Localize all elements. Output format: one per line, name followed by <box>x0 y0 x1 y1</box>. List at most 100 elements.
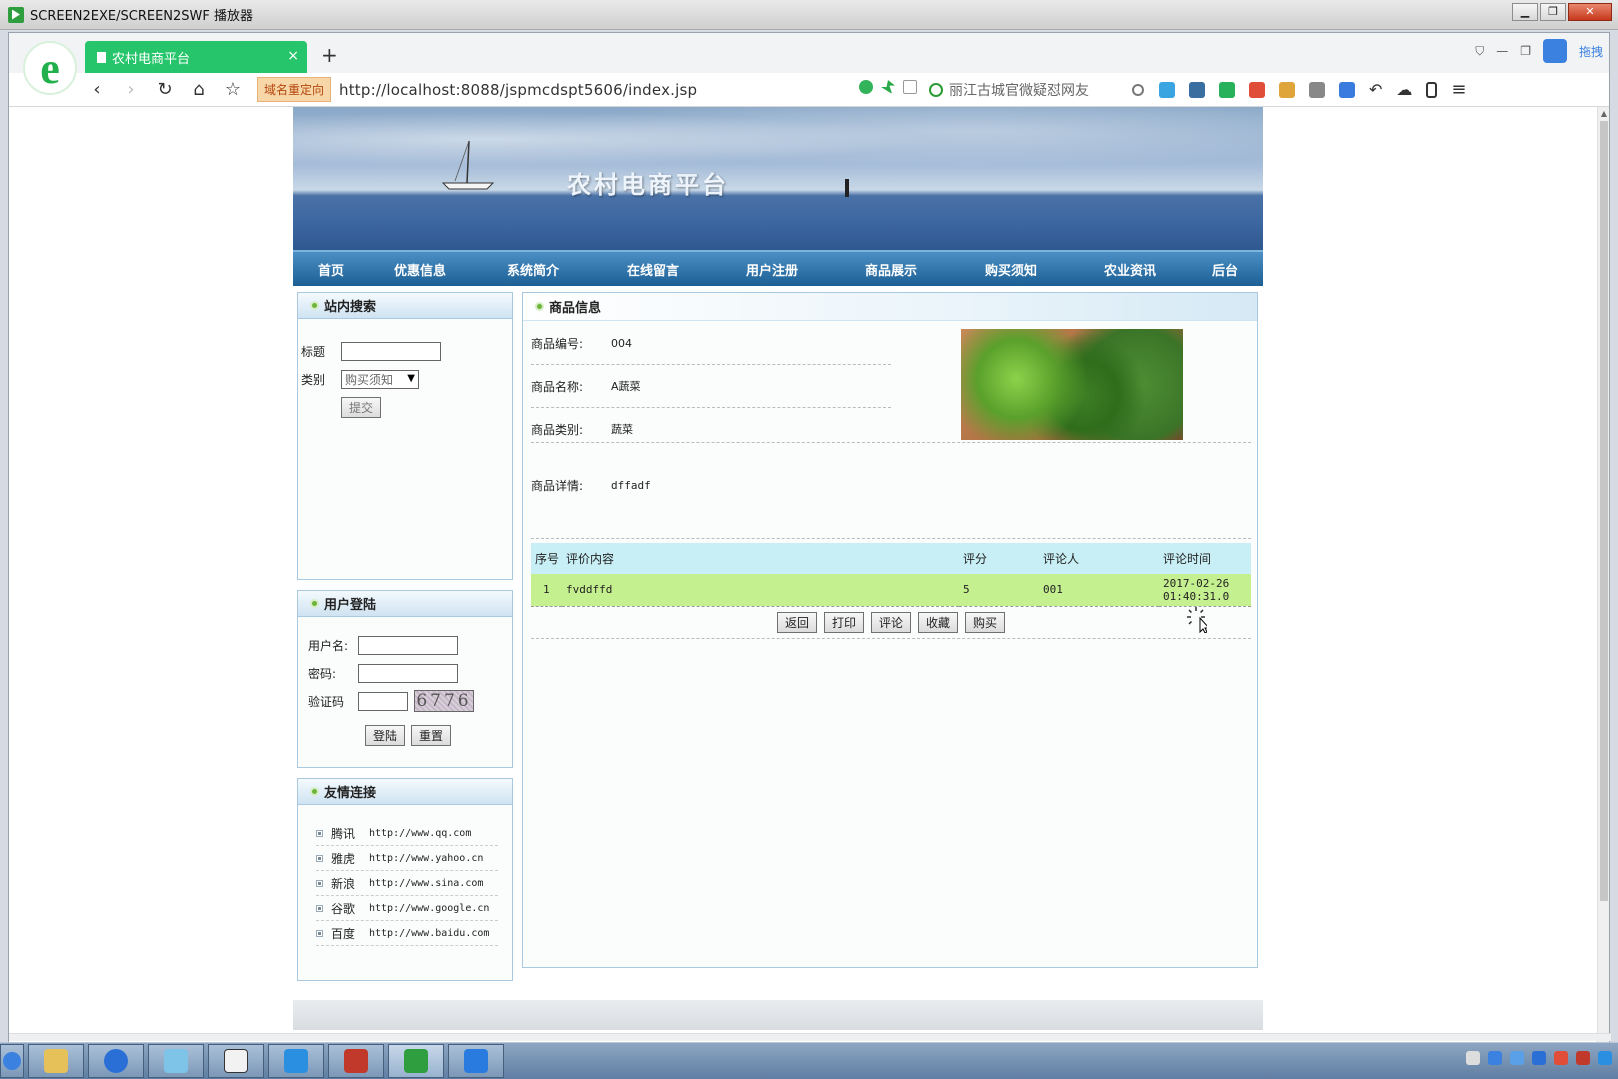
friend-link-url[interactable]: http://www.yahoo.cn <box>369 853 483 864</box>
login-button[interactable]: 登陆 <box>365 724 406 746</box>
apps-icon[interactable] <box>1159 81 1175 98</box>
friend-link-url[interactable]: http://www.google.cn <box>369 903 489 914</box>
nav-item[interactable]: 购买须知 <box>949 260 1073 279</box>
friend-link-name[interactable]: 新浪 <box>331 875 369 892</box>
minimize-button[interactable]: ▁ <box>1512 3 1538 21</box>
minimize-browser-icon[interactable]: — <box>1496 44 1508 58</box>
friend-link-item[interactable]: 腾讯 http://www.qq.com <box>316 821 498 846</box>
site-search-box: 站内搜索 标题 类别 购买须知 ▼ 提交 <box>297 292 513 580</box>
security-shield-icon[interactable] <box>859 80 873 94</box>
tray-check-icon[interactable] <box>1488 1051 1502 1065</box>
nav-item[interactable]: 优惠信息 <box>369 260 471 279</box>
nav-item[interactable]: 后台 <box>1187 260 1263 279</box>
taskbar-notebook-icon[interactable] <box>148 1044 204 1078</box>
dropdown-icon[interactable] <box>903 80 917 94</box>
tab-close-icon[interactable]: × <box>287 48 299 64</box>
menu-icon[interactable]: ≡ <box>1451 79 1466 100</box>
lightning-icon[interactable] <box>881 80 895 94</box>
tray-app-icon[interactable] <box>1598 1051 1612 1065</box>
friend-link-item[interactable]: 谷歌 http://www.google.cn <box>316 896 498 921</box>
nav-item[interactable]: 系统简介 <box>471 260 595 279</box>
back-button[interactable]: 返回 <box>776 612 817 633</box>
search-field[interactable]: 丽江古城官微疑怼网友 <box>929 79 1144 101</box>
home-icon[interactable]: ⌂ <box>189 79 209 100</box>
tray-cloud-icon[interactable] <box>1510 1051 1524 1065</box>
taskbar-chart-icon[interactable] <box>208 1044 264 1078</box>
zoom-icon[interactable] <box>1339 81 1355 98</box>
taskbar-wps-icon[interactable] <box>448 1044 504 1078</box>
nav-item[interactable]: 用户注册 <box>711 260 833 279</box>
keyboard-icon[interactable] <box>1466 1051 1480 1065</box>
side-drag-tab[interactable]: 拖拽 <box>1579 43 1603 60</box>
redirect-badge[interactable]: 域名重定向 <box>257 77 332 102</box>
taskbar-start-icon[interactable] <box>0 1044 24 1078</box>
captcha-image[interactable]: 6776 <box>414 690 474 712</box>
friend-link-item[interactable]: 百度 http://www.baidu.com <box>316 921 498 946</box>
friend-link-name[interactable]: 腾讯 <box>331 825 369 842</box>
comment-button[interactable]: 评论 <box>870 612 911 633</box>
image-icon[interactable] <box>1309 81 1325 98</box>
nav-item[interactable]: 农业资讯 <box>1073 260 1187 279</box>
window-titlebar: SCREEN2EXE/SCREEN2SWF 播放器 ▁ ❐ ✕ <box>0 0 1618 30</box>
friend-link-url[interactable]: http://www.sina.com <box>369 878 483 889</box>
nav-item[interactable]: 在线留言 <box>595 260 711 279</box>
nav-item[interactable]: 商品展示 <box>833 260 949 279</box>
print-button[interactable]: 打印 <box>823 612 864 633</box>
favorite-star-icon[interactable]: ☆ <box>223 79 243 100</box>
search-title-input[interactable] <box>341 341 441 361</box>
search-icon[interactable] <box>1132 84 1144 96</box>
undo-icon[interactable]: ↶ <box>1369 80 1382 99</box>
product-image[interactable] <box>961 329 1183 440</box>
password-input[interactable] <box>358 663 458 683</box>
url-field[interactable]: 域名重定向 http://localhost:8088/jspmcdspt560… <box>257 77 847 103</box>
volume-icon[interactable] <box>1554 1051 1568 1065</box>
nav-item[interactable]: 首页 <box>293 260 369 279</box>
cloud-sync-icon[interactable]: ☁ <box>1396 80 1412 99</box>
friend-link-name[interactable]: 百度 <box>331 925 369 942</box>
favorite-button[interactable]: 收藏 <box>918 612 959 633</box>
search-suggestion[interactable]: 丽江古城官微疑怼网友 <box>949 80 1089 100</box>
buy-button[interactable]: 购买 <box>965 612 1006 633</box>
category-select[interactable]: 购买须知 ▼ <box>341 369 419 389</box>
restore-button[interactable]: ❐ <box>1540 3 1566 21</box>
scrollbar-thumb[interactable] <box>1600 121 1608 901</box>
restore-browser-icon[interactable]: ❐ <box>1520 44 1531 58</box>
captcha-input[interactable] <box>358 691 408 711</box>
taskbar-security-icon[interactable] <box>268 1044 324 1078</box>
network-icon[interactable] <box>1576 1051 1590 1065</box>
taskbar-player-icon[interactable] <box>388 1044 444 1078</box>
close-button[interactable]: ✕ <box>1568 3 1612 21</box>
skin-icon[interactable]: ⛉ <box>1475 44 1484 59</box>
mobile-icon[interactable] <box>1426 81 1438 98</box>
friend-link-item[interactable]: 新浪 http://www.sina.com <box>316 871 498 896</box>
friend-links-title: 友情连接 <box>324 786 377 801</box>
new-tab-button[interactable]: + <box>321 43 338 67</box>
taskbar-explorer-icon[interactable] <box>28 1044 84 1078</box>
refresh-icon[interactable]: ↻ <box>155 79 175 100</box>
vertical-scrollbar[interactable]: ▲ ▼ <box>1597 107 1609 1042</box>
left-sidebar: 站内搜索 标题 类别 购买须知 ▼ 提交 用户登陆 用户名: 密码: 验证码 6… <box>297 292 513 991</box>
extension-icon[interactable] <box>1189 81 1205 98</box>
taskbar-sogou-icon[interactable] <box>88 1044 144 1078</box>
friend-link-name[interactable]: 雅虎 <box>331 850 369 867</box>
friend-link-url[interactable]: http://www.qq.com <box>369 828 471 839</box>
screenshot-icon[interactable] <box>1279 81 1295 98</box>
reset-button[interactable]: 重置 <box>411 724 452 746</box>
site-banner: 农村电商平台 <box>293 107 1263 250</box>
pdf-icon[interactable] <box>1249 81 1265 98</box>
back-icon[interactable]: ‹ <box>87 79 107 100</box>
forward-icon[interactable]: › <box>121 79 141 100</box>
taskbar-archive-icon[interactable] <box>328 1044 384 1078</box>
shield-icon[interactable] <box>1219 81 1235 98</box>
friend-link-url[interactable]: http://www.baidu.com <box>369 928 489 939</box>
tray-shield-icon[interactable] <box>1532 1051 1546 1065</box>
url-text[interactable]: http://localhost:8088/jspmcdspt5606/inde… <box>339 81 697 99</box>
friend-link-item[interactable]: 雅虎 http://www.yahoo.cn <box>316 846 498 871</box>
search-submit-button[interactable]: 提交 <box>341 396 382 418</box>
browser-logo-icon[interactable]: e <box>23 41 77 95</box>
username-input[interactable] <box>358 635 458 655</box>
cloud-icon[interactable] <box>1542 39 1567 63</box>
friend-link-name[interactable]: 谷歌 <box>331 900 369 917</box>
tab-active[interactable]: 农村电商平台 × <box>85 41 307 73</box>
scroll-up-icon[interactable]: ▲ <box>1600 109 1608 118</box>
